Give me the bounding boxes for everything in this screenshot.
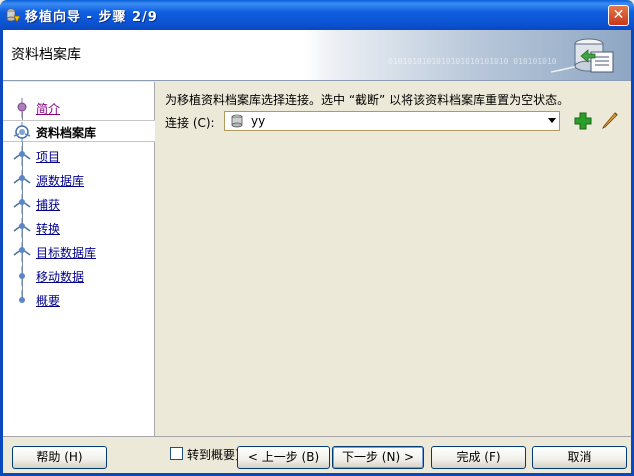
finish-button[interactable]: 完成 (F): [431, 446, 526, 469]
step-current-icon: [13, 122, 31, 142]
nav-step-label[interactable]: 资料档案库: [36, 124, 96, 141]
page-title: 资料档案库: [11, 47, 81, 63]
wizard-window: 资料档案库 0101010101010101010101010 01010101…: [0, 30, 634, 476]
step-pending-icon: [19, 266, 25, 286]
step-pending-icon: [13, 218, 31, 238]
chevron-down-icon[interactable]: [548, 118, 556, 123]
add-connection-icon[interactable]: [574, 112, 592, 130]
go-to-summary-checkbox[interactable]: [170, 447, 183, 460]
window-title: 移植向导 - 步骤 2/9: [25, 10, 158, 25]
connection-value: yy: [251, 114, 266, 128]
wizard-step-nav: 简介 资料档案库 项目 源数据库 捕获 转换 目标数据库 移动数据 概要: [3, 82, 155, 436]
close-icon: ✕: [612, 7, 625, 23]
nav-step-move-data[interactable]: 移动数据: [3, 265, 155, 287]
back-button[interactable]: < 上一步 (B): [237, 446, 330, 469]
nav-step-label[interactable]: 简介: [36, 100, 60, 117]
nav-step-label[interactable]: 目标数据库: [36, 244, 96, 261]
nav-step-target-db[interactable]: 目标数据库: [3, 241, 155, 263]
nav-step-repository[interactable]: 资料档案库: [3, 120, 155, 142]
nav-step-label[interactable]: 源数据库: [36, 172, 84, 189]
nav-step-label[interactable]: 捕获: [36, 196, 60, 213]
database-icon: [231, 114, 243, 128]
migration-app-icon: [6, 8, 21, 23]
step-pending-icon: [19, 290, 25, 303]
edit-connection-icon[interactable]: [601, 111, 619, 129]
step-pending-icon: [13, 242, 31, 262]
step-description: 为移植资料档案库选择连接。选中 “截断” 以将该资料档案库重置为空状态。: [165, 93, 570, 107]
nav-step-label[interactable]: 概要: [36, 292, 60, 309]
close-button[interactable]: ✕: [608, 5, 629, 26]
header-banner: 资料档案库 0101010101010101010101010 01010101…: [3, 30, 631, 81]
nav-step-summary[interactable]: 概要: [3, 289, 155, 311]
connection-label: 连接 (C):: [165, 116, 215, 130]
nav-step-intro[interactable]: 简介: [3, 97, 155, 119]
step-pending-icon: [13, 170, 31, 190]
help-button[interactable]: 帮助 (H): [12, 446, 107, 469]
nav-step-project[interactable]: 项目: [3, 145, 155, 167]
repository-icon: [551, 38, 614, 73]
title-bar: 移植向导 - 步骤 2/9 ✕: [0, 0, 634, 30]
footer-divider: [3, 436, 631, 437]
step-visited-icon: [17, 98, 27, 118]
nav-step-label[interactable]: 项目: [36, 148, 60, 165]
nav-step-convert[interactable]: 转换: [3, 217, 155, 239]
next-button[interactable]: 下一步 (N) >: [332, 446, 424, 469]
cancel-button[interactable]: 取消: [532, 446, 627, 469]
step-pending-icon: [13, 146, 31, 166]
step-pending-icon: [13, 194, 31, 214]
nav-step-label[interactable]: 移动数据: [36, 268, 84, 285]
nav-step-label[interactable]: 转换: [36, 220, 60, 237]
connection-select[interactable]: yy: [224, 111, 560, 131]
main-content: 为移植资料档案库选择连接。选中 “截断” 以将该资料档案库重置为空状态。 连接 …: [156, 82, 631, 462]
nav-step-source-db[interactable]: 源数据库: [3, 169, 155, 191]
banner-binary-decoration: 0101010101010101010101010 010101010: [388, 57, 557, 66]
nav-step-capture[interactable]: 捕获: [3, 193, 155, 215]
